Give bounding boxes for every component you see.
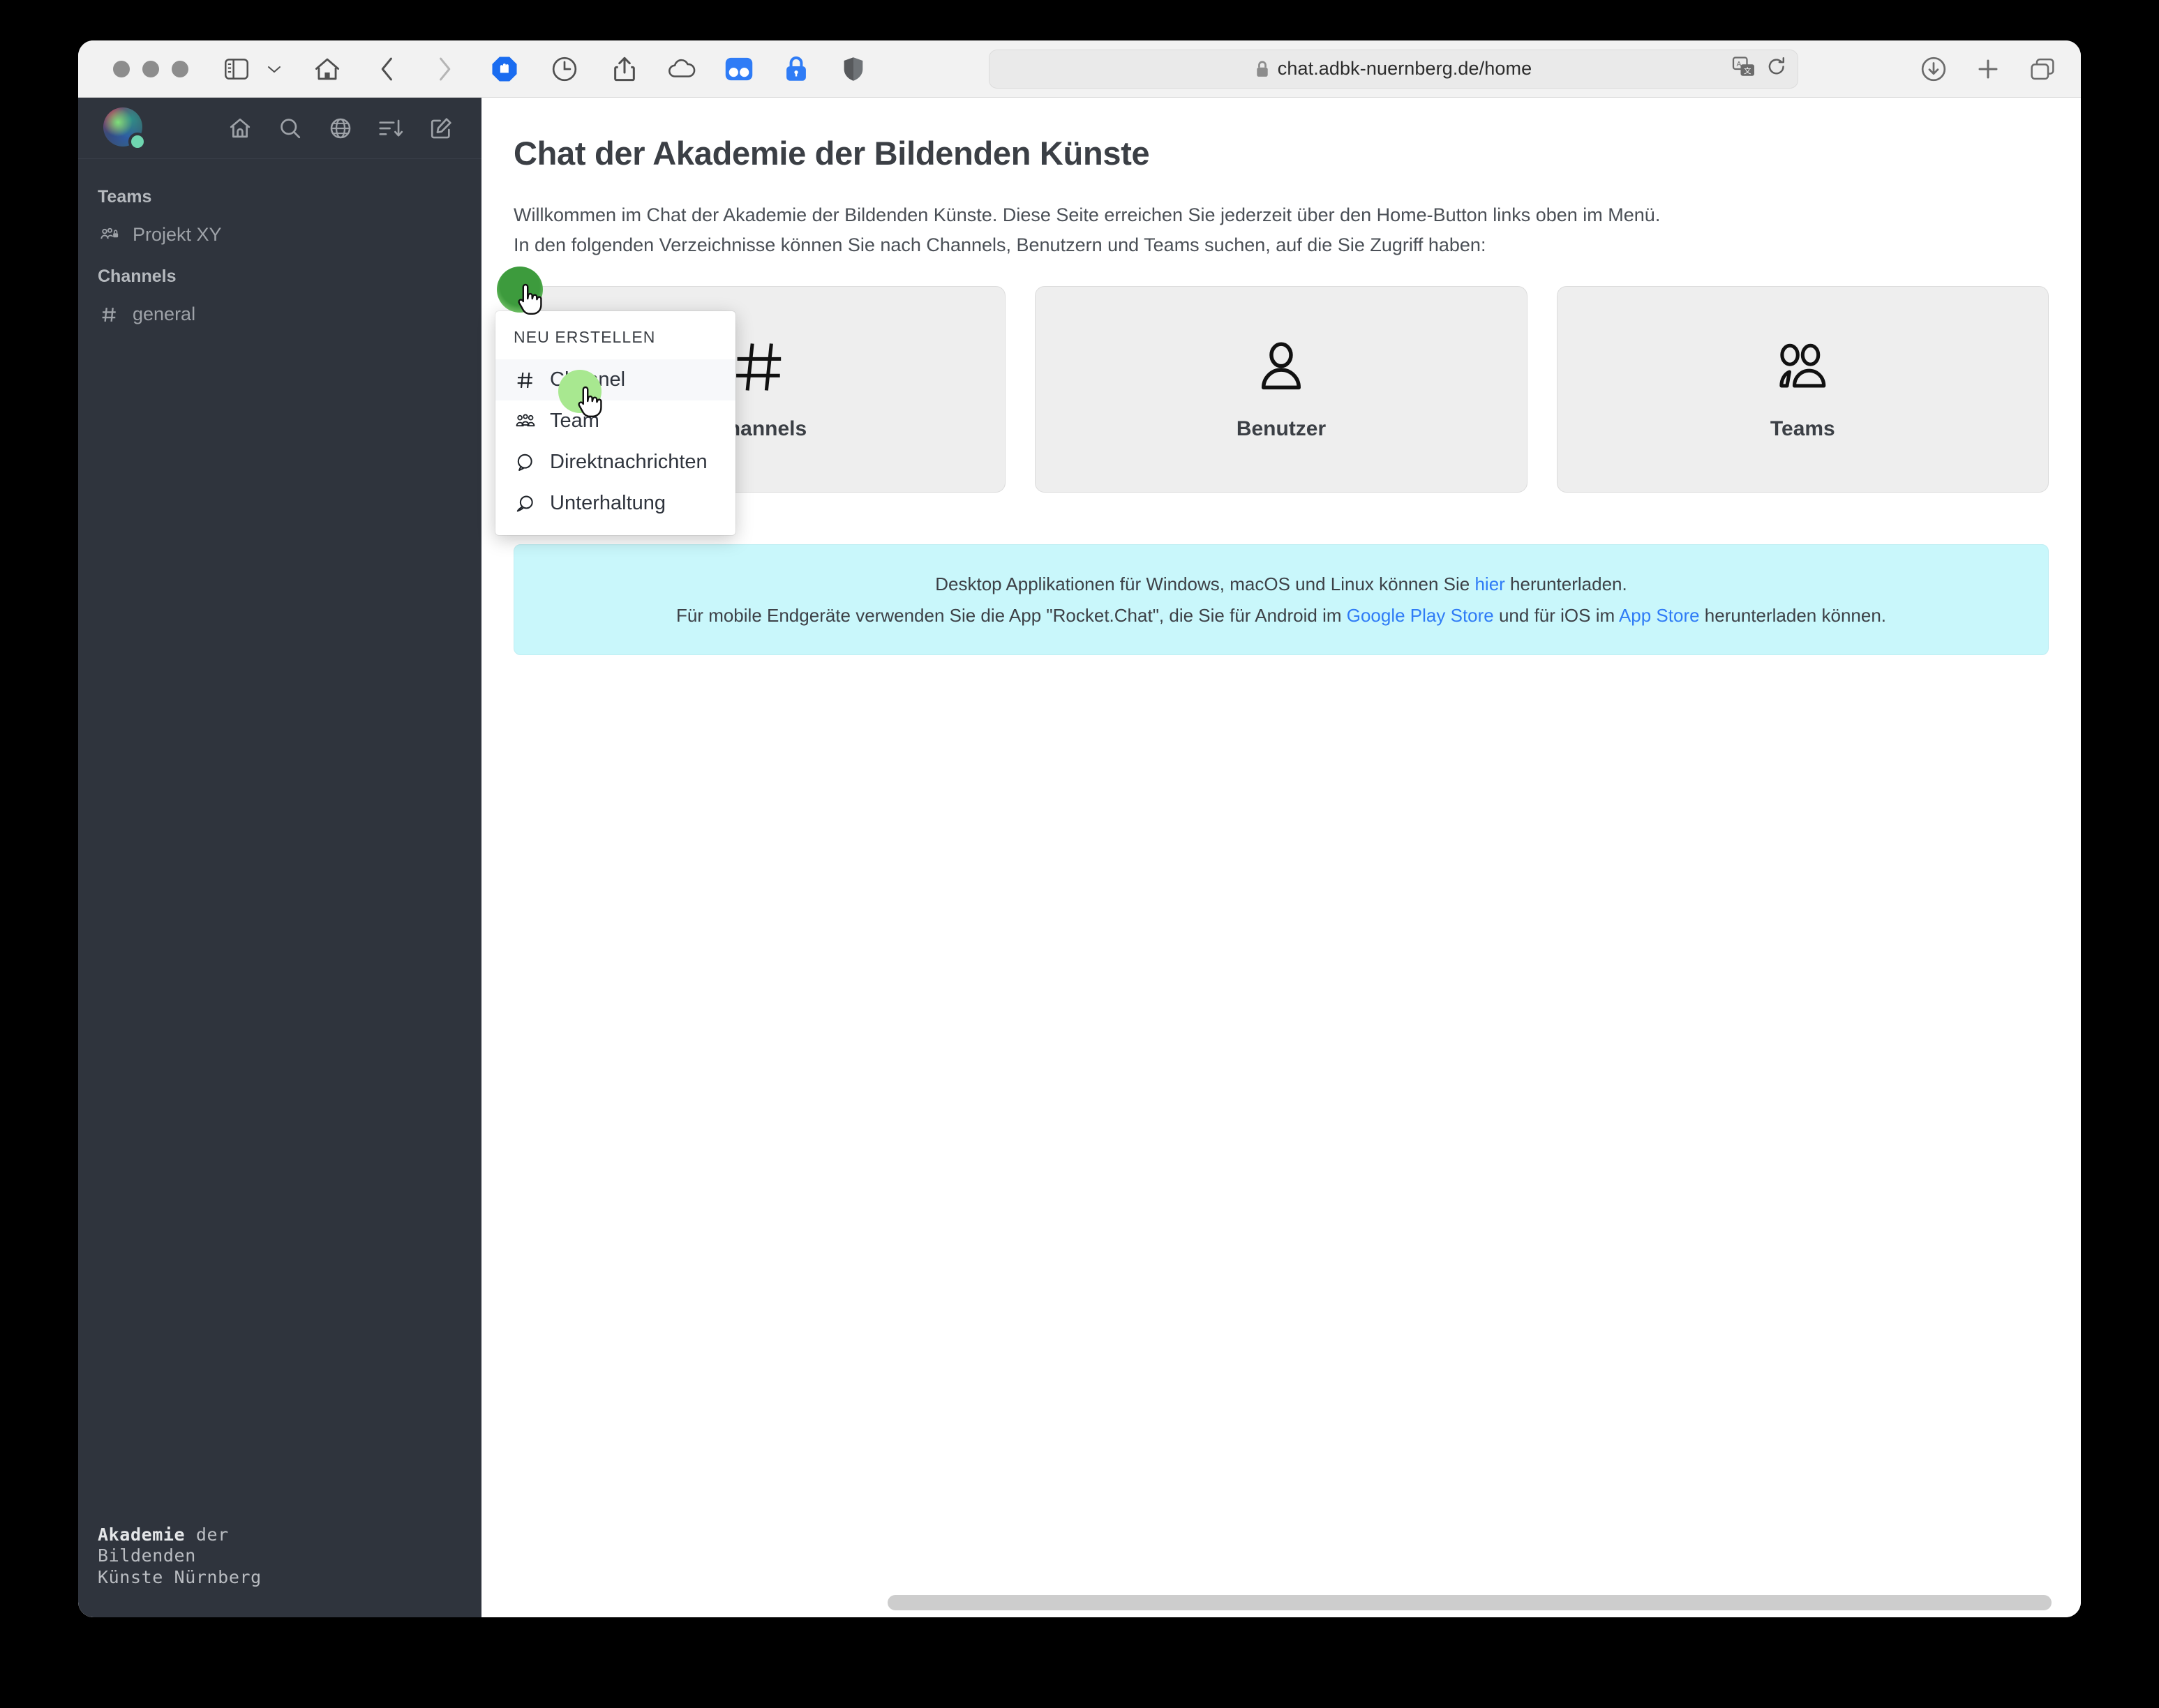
menu-item-label: Team: [550, 410, 599, 432]
globe-directory-icon[interactable]: [327, 114, 354, 142]
svg-text:文: 文: [1744, 66, 1751, 75]
card-benutzer[interactable]: Benutzer: [1035, 286, 1527, 493]
menu-item-direktnachrichten[interactable]: Direktnachrichten: [495, 442, 735, 483]
back-arrow-icon[interactable]: [368, 50, 406, 88]
icloud-icon[interactable]: [663, 50, 701, 88]
create-new-menu-title: NEU ERSTELLEN: [514, 328, 656, 346]
sidebar-actions: [226, 114, 462, 142]
directory-card-row: Channels Benutzer Teams: [514, 286, 2049, 493]
share-icon[interactable]: [606, 50, 643, 88]
minimize-window-button[interactable]: [142, 60, 159, 77]
hash-icon: [98, 306, 121, 324]
forward-arrow-icon[interactable]: [426, 50, 463, 88]
intro-line-1: Willkommen im Chat der Akademie der Bild…: [514, 204, 1661, 225]
discussion-icon: [514, 494, 537, 514]
card-label: Benutzer: [1236, 417, 1327, 440]
logo-line-3: Künste Nürnberg: [98, 1566, 262, 1587]
reload-icon[interactable]: [1767, 57, 1786, 81]
download-desktop-link[interactable]: hier: [1474, 574, 1504, 594]
card-teams[interactable]: Teams: [1556, 286, 2049, 493]
banner-line-1-text-b: herunterladen.: [1504, 574, 1627, 595]
adblock-shield-icon[interactable]: [486, 50, 523, 88]
maximize-window-button[interactable]: [172, 60, 188, 77]
sidebar-room-list: Teams Projekt XY Channels general: [78, 159, 481, 334]
team-lock-icon: [98, 226, 121, 244]
sidebar-group-title-channels: Channels: [98, 267, 177, 286]
logo-line-1-rest: der: [185, 1524, 229, 1545]
page-title: Chat der Akademie der Bildenden Künste: [514, 135, 1150, 172]
menu-item-label: Unterhaltung: [550, 492, 666, 514]
card-label: Teams: [1770, 417, 1835, 440]
banner-line-1-text-a: Desktop Applikationen für Windows, macOS…: [935, 574, 1475, 595]
sidebar-item-label: Projekt XY: [133, 224, 222, 245]
search-icon[interactable]: [276, 114, 304, 142]
person-icon: [1253, 338, 1310, 399]
menu-item-unterhaltung[interactable]: Unterhaltung: [495, 483, 735, 524]
chevron-down-icon[interactable]: [262, 50, 286, 88]
sort-icon[interactable]: [377, 114, 405, 142]
address-bar-url: chat.adbk-nuernberg.de/home: [1277, 58, 1532, 79]
svg-text:A: A: [1737, 60, 1742, 68]
hash-icon: [731, 338, 789, 399]
menu-item-label: Channel: [550, 368, 626, 391]
lock-icon: [1255, 60, 1269, 78]
downloads-icon[interactable]: [1915, 50, 1952, 88]
balloon-icon: [514, 453, 537, 472]
banner-line-2: Für mobile Endgeräte verwenden Sie die A…: [528, 600, 2034, 631]
hash-icon: [514, 370, 537, 390]
logo-line-2: Bildenden: [98, 1545, 196, 1566]
logo-line-1-bold: Akademie: [98, 1524, 186, 1545]
akademie-logo: Akademie der Bildenden Künste Nürnberg: [98, 1525, 262, 1589]
menu-item-label: Direktnachrichten: [550, 451, 708, 473]
address-bar[interactable]: chat.adbk-nuernberg.de/home A文: [989, 49, 1798, 89]
menu-item-team[interactable]: Team: [495, 400, 735, 442]
browser-toolbar: chat.adbk-nuernberg.de/home A文: [78, 40, 2081, 98]
menu-item-channel[interactable]: Channel: [495, 359, 735, 400]
sidebar-item-label: general: [133, 304, 196, 324]
translate-icon[interactable]: A文: [1732, 57, 1756, 81]
sidebar-toggle-icon[interactable]: [218, 50, 255, 88]
download-info-banner: Desktop Applikationen für Windows, macOS…: [514, 544, 2049, 655]
team-icon: [514, 412, 537, 430]
intro-line-2: In den folgenden Verzeichnisse können Si…: [514, 234, 1486, 255]
banner-line-2-text-b: und für iOS im: [1493, 604, 1619, 626]
home-icon[interactable]: [226, 114, 254, 142]
sidebar-item-general[interactable]: general: [78, 295, 481, 334]
new-tab-icon[interactable]: [1969, 50, 2007, 88]
avatar[interactable]: [103, 107, 147, 151]
banner-line-1: Desktop Applikationen für Windows, macOS…: [528, 569, 2034, 599]
password-lock-icon[interactable]: [777, 50, 815, 88]
people-group-icon: [1769, 338, 1836, 399]
horizontal-scrollbar-thumb[interactable]: [888, 1595, 2052, 1610]
sidebar-header: [78, 98, 481, 159]
close-window-button[interactable]: [113, 60, 130, 77]
sidebar-group-title-teams: Teams: [98, 187, 152, 207]
sidebar-item-projekt-xy[interactable]: Projekt XY: [78, 216, 481, 254]
tab-overview-icon[interactable]: [2024, 50, 2061, 88]
create-new-menu: NEU ERSTELLEN Channel Team Direktnachric…: [495, 311, 735, 535]
app-store-link[interactable]: App Store: [1619, 605, 1700, 626]
create-new-pencil-icon[interactable]: [427, 114, 455, 142]
banner-line-2-text-c: herunterladen können.: [1699, 604, 1887, 626]
window-traffic-lights[interactable]: [113, 60, 188, 77]
home-icon[interactable]: [308, 50, 346, 88]
online-status-badge: [128, 132, 147, 151]
dual-bookmarks-icon[interactable]: [720, 50, 758, 88]
privacy-shield-icon[interactable]: [835, 50, 872, 88]
rocketchat-sidebar: Teams Projekt XY Channels general Akadem…: [78, 98, 481, 1617]
browser-window: chat.adbk-nuernberg.de/home A文 Teams Pro…: [78, 40, 2081, 1617]
google-play-store-link[interactable]: Google Play Store: [1347, 605, 1494, 626]
history-clock-icon[interactable]: [546, 50, 583, 88]
banner-line-2-text-a: Für mobile Endgeräte verwenden Sie die A…: [675, 604, 1347, 626]
horizontal-scrollbar[interactable]: [885, 1594, 2075, 1612]
app-body: Teams Projekt XY Channels general Akadem…: [78, 98, 2081, 1617]
